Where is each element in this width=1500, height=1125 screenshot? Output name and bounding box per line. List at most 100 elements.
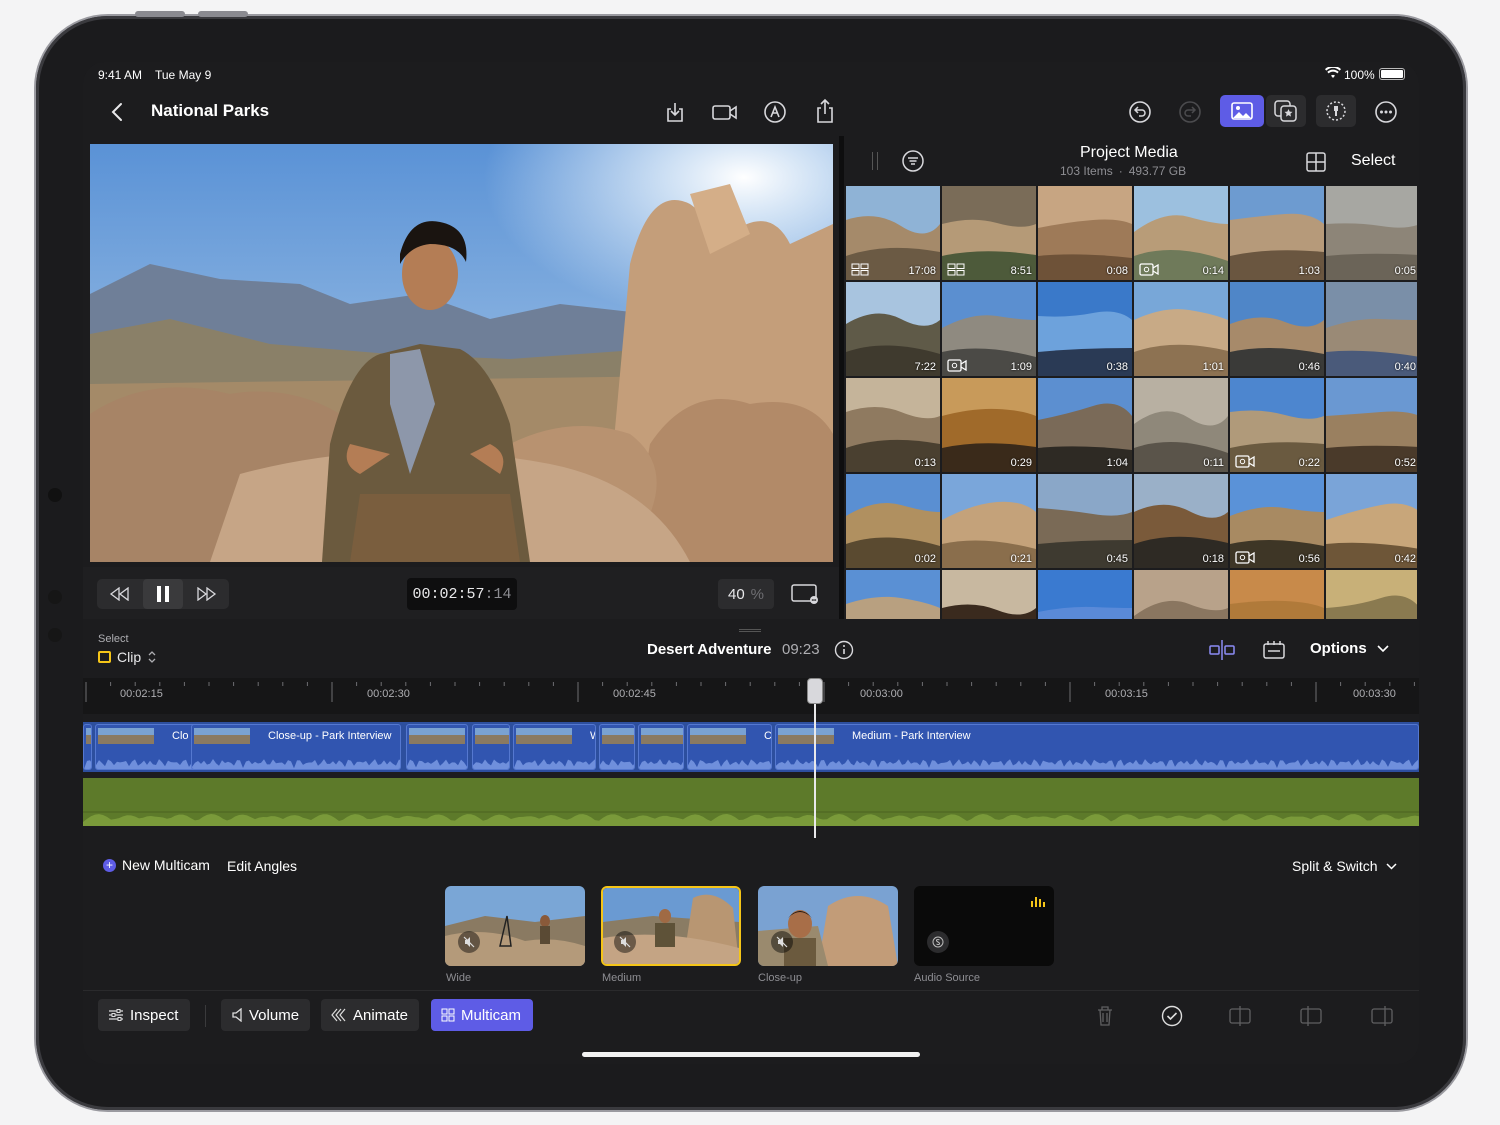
browser-select-button[interactable]: Select <box>1351 152 1395 170</box>
thumbnail-duration: 1:03 <box>1298 265 1320 277</box>
snapping-icon[interactable] <box>1207 638 1237 662</box>
angle-close-up[interactable] <box>758 886 898 966</box>
media-thumbnail[interactable]: 1:01 <box>1134 282 1228 376</box>
share-icon[interactable] <box>811 96 839 126</box>
select-mode-picker[interactable]: Clip <box>98 649 157 665</box>
more-icon[interactable] <box>1372 98 1400 126</box>
media-thumbnail[interactable]: 1:09 <box>942 282 1036 376</box>
ruler-label: 00:03:30 <box>1353 688 1396 700</box>
back-chevron-icon[interactable] <box>105 100 129 124</box>
redo-icon[interactable] <box>1176 98 1204 126</box>
info-icon[interactable] <box>833 639 855 661</box>
media-thumbnail[interactable]: 0:13 <box>846 378 940 472</box>
media-thumbnail[interactable]: 0:21 <box>942 474 1036 568</box>
favorites-icon[interactable] <box>1266 95 1306 127</box>
nav-bar: National Parks <box>83 88 1419 136</box>
media-thumbnail[interactable]: 0:38 <box>1038 282 1132 376</box>
timeline-clip[interactable]: Cl <box>687 724 772 770</box>
media-thumbnail[interactable]: 0:45 <box>1038 474 1132 568</box>
media-thumbnail[interactable] <box>1326 570 1417 619</box>
plus-icon: + <box>103 858 116 872</box>
timeline-clip[interactable]: Close-up - Park Interview <box>191 724 401 770</box>
options-menu[interactable]: Options <box>1310 640 1389 657</box>
inspector-icon[interactable] <box>1316 95 1356 127</box>
media-thumbnail[interactable]: 0:40 <box>1326 282 1417 376</box>
media-thumbnail[interactable]: 0:56 <box>1230 474 1324 568</box>
media-thumbnail[interactable] <box>1134 570 1228 619</box>
angle-label: Close-up <box>758 972 803 984</box>
timeline-clip[interactable]: W <box>513 724 596 770</box>
media-thumbnail[interactable]: 1:03 <box>1230 186 1324 280</box>
media-thumbnail[interactable]: 0:29 <box>942 378 1036 472</box>
timeline-clip[interactable]: Medium - Park Interview <box>775 724 1419 770</box>
inspect-button[interactable]: Inspect <box>98 999 190 1031</box>
thumbnail-duration: 0:18 <box>1202 553 1224 565</box>
media-thumbnail[interactable] <box>1038 570 1132 619</box>
import-icon[interactable] <box>661 98 689 126</box>
media-thumbnail[interactable]: 0:18 <box>1134 474 1228 568</box>
undo-icon[interactable] <box>1126 98 1154 126</box>
animate-button[interactable]: Animate <box>321 999 419 1031</box>
media-browser-icon[interactable] <box>1220 95 1264 127</box>
ruler-label: 00:03:00 <box>860 688 903 700</box>
clip-name: Close-up - Park Interview <box>268 730 392 742</box>
media-thumbnail[interactable]: 0:08 <box>1038 186 1132 280</box>
media-thumbnail[interactable]: 0:11 <box>1134 378 1228 472</box>
home-indicator[interactable] <box>582 1052 920 1057</box>
timeline-clip[interactable] <box>638 724 684 770</box>
trash-icon[interactable] <box>1094 1003 1116 1029</box>
multicam-button[interactable]: Multicam <box>431 999 533 1031</box>
angle-medium[interactable] <box>601 886 741 966</box>
split-clip-icon[interactable] <box>1226 1004 1254 1028</box>
angle-audio-source[interactable] <box>914 886 1054 966</box>
media-thumbnail[interactable]: 0:02 <box>846 474 940 568</box>
media-thumbnail[interactable]: 0:05 <box>1326 186 1417 280</box>
split-switch-menu[interactable]: Split & Switch <box>1292 858 1397 874</box>
fast-forward-icon[interactable] <box>191 582 223 606</box>
media-thumbnail[interactable]: 8:51 <box>942 186 1036 280</box>
volume-button[interactable]: Volume <box>221 999 310 1031</box>
media-thumbnail[interactable]: 1:04 <box>1038 378 1132 472</box>
timeline-view-icon[interactable] <box>1259 638 1289 662</box>
thumbnail-duration: 0:02 <box>914 553 936 565</box>
timecode-display[interactable]: 00:02:57:14 <box>407 578 517 610</box>
filter-icon[interactable] <box>900 148 926 174</box>
timeline-clip[interactable] <box>406 724 468 770</box>
timeline-clip[interactable] <box>599 724 635 770</box>
video-viewer[interactable] <box>90 144 833 562</box>
trim-start-icon[interactable] <box>1297 1004 1325 1028</box>
media-thumbnail[interactable]: 0:14 <box>1134 186 1228 280</box>
voiceover-icon[interactable] <box>761 98 789 126</box>
thumbnail-duration: 0:29 <box>1010 457 1032 469</box>
timeline-clip[interactable] <box>472 724 510 770</box>
zoom-control[interactable]: 40% <box>718 579 774 609</box>
sidebar-handle-icon[interactable] <box>872 152 878 170</box>
storage-size: 493.77 GB <box>1128 164 1187 178</box>
timeline-clip[interactable] <box>83 724 92 770</box>
media-thumbnail[interactable]: 0:42 <box>1326 474 1417 568</box>
timeline-clip[interactable]: Clo <box>95 724 200 770</box>
checkmark-icon[interactable] <box>1159 1003 1185 1029</box>
angle-wide[interactable] <box>445 886 585 966</box>
media-thumbnail[interactable] <box>846 570 940 619</box>
media-thumbnail[interactable]: 0:22 <box>1230 378 1324 472</box>
playhead-handle[interactable] <box>807 678 823 704</box>
drag-handle[interactable] <box>739 629 761 632</box>
clip-name: Clo <box>172 730 189 742</box>
camera-icon[interactable] <box>709 98 741 126</box>
pause-icon[interactable] <box>143 579 183 609</box>
media-thumbnail[interactable] <box>942 570 1036 619</box>
media-thumbnail[interactable]: 0:46 <box>1230 282 1324 376</box>
trim-end-icon[interactable] <box>1368 1004 1396 1028</box>
viewer-options-icon[interactable] <box>789 581 821 607</box>
edit-angles-button[interactable]: Edit Angles <box>227 858 297 874</box>
grid-view-icon[interactable] <box>1304 150 1328 174</box>
media-thumbnail[interactable] <box>1230 570 1324 619</box>
media-thumbnail[interactable]: 0:52 <box>1326 378 1417 472</box>
media-thumbnail[interactable]: 7:22 <box>846 282 940 376</box>
rewind-icon[interactable] <box>103 582 135 606</box>
new-multicam-button[interactable]: + New Multicam <box>103 857 210 873</box>
timeline-ruler[interactable]: 00:02:15 00:02:30 00:02:45 00:03:00 00:0… <box>83 678 1419 714</box>
media-thumbnail[interactable]: 17:08 <box>846 186 940 280</box>
audio-track[interactable] <box>83 778 1419 826</box>
